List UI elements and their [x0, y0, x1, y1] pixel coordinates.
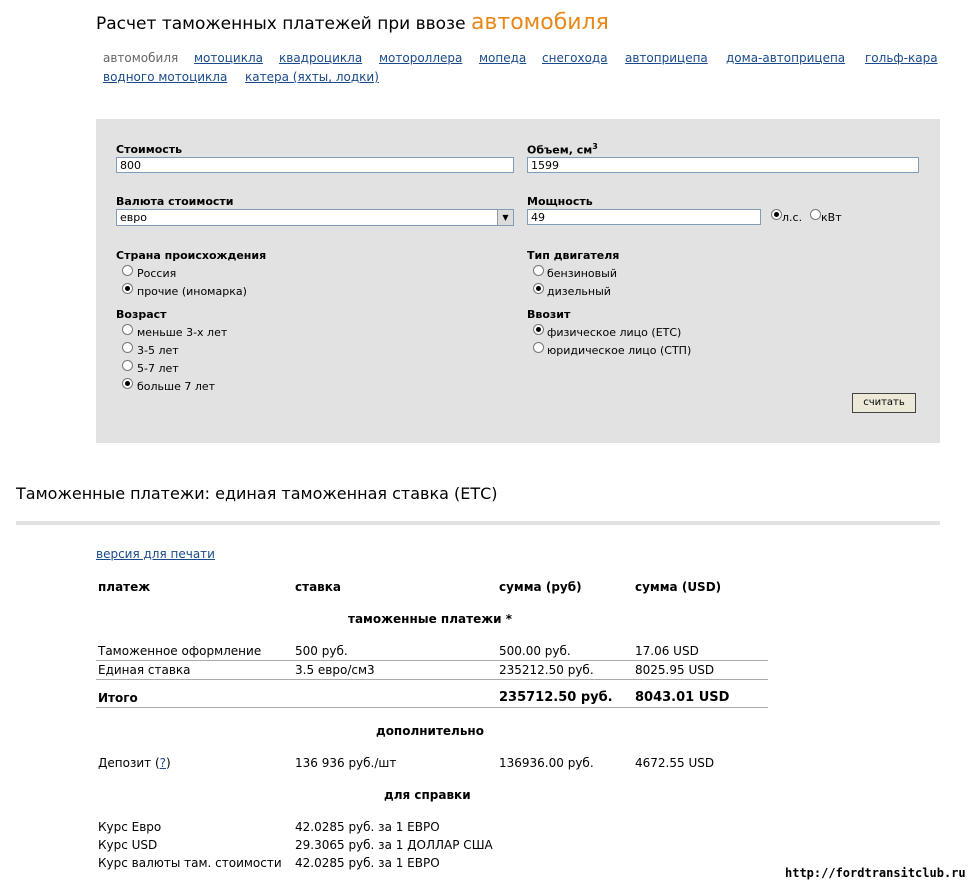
age-over7-radio[interactable] [122, 378, 133, 389]
section-customs: таможенные платежи * [348, 612, 513, 626]
tab-camper[interactable]: дома-автоприцепа [726, 51, 845, 65]
tab-snowmobile[interactable]: снегохода [542, 51, 608, 65]
row-unified-usd: 8025.95 USD [635, 663, 715, 677]
country-foreign-label: прочие (иномарка) [137, 285, 247, 298]
volume-input[interactable] [527, 157, 919, 173]
age-over7-label: больше 7 лет [137, 380, 216, 393]
results-divider [16, 521, 940, 525]
age-5to7-label: 5-7 лет [137, 362, 179, 375]
row-deposit-usd: 4672.55 USD [635, 756, 715, 770]
section-info: для справки [384, 788, 471, 802]
row-clearance-rate: 500 руб. [295, 644, 348, 658]
power-input[interactable] [527, 209, 761, 225]
page-title-accent: автомобиля [470, 10, 609, 35]
currency-label: Валюта стоимости [116, 195, 234, 208]
age-label: Возраст [116, 308, 167, 321]
volume-label-text: Объем, см [527, 143, 593, 157]
info-euro-rate: 42.0285 руб. за 1 ЕВРО [295, 820, 440, 834]
currency-selected-value: евро [120, 211, 147, 224]
age-3to5-label: 3-5 лет [137, 344, 179, 357]
page-title-prefix: Расчет таможенных платежей при ввозе [96, 14, 466, 34]
page-title: Расчет таможенных платежей при ввозе авт… [96, 10, 609, 35]
power-unit-hp-label: л.с. [782, 211, 803, 224]
tab-jetski[interactable]: водного мотоцикла [103, 70, 227, 84]
engine-diesel-label: дизельный [547, 285, 611, 298]
engine-petrol-label: бензиновый [547, 267, 617, 280]
row-clearance-name: Таможенное оформление [98, 644, 262, 658]
importer-individual-label: физическое лицо (ЕТС) [547, 326, 682, 339]
row-deposit-name: Депозит (?) [98, 756, 171, 770]
tab-moped[interactable]: мопеда [479, 51, 526, 65]
power-unit-kw-radio[interactable] [810, 209, 821, 220]
row-deposit-rub: 136936.00 руб. [499, 756, 594, 770]
row-unified-rate: 3.5 евро/см3 [295, 663, 375, 677]
engine-petrol-radio[interactable] [533, 265, 544, 276]
power-label: Мощность [527, 195, 593, 208]
total-label: Итого [98, 691, 138, 705]
row-divider [96, 660, 768, 661]
section-extra: дополнительно [376, 724, 484, 738]
tab-boat[interactable]: катера (яхты, лодки) [245, 70, 379, 84]
info-usd-rate: 29.3065 руб. за 1 ДОЛЛАР США [295, 838, 493, 852]
chevron-down-icon[interactable]: ▼ [497, 210, 513, 225]
volume-label-sup: 3 [592, 142, 598, 151]
engine-label: Тип двигателя [527, 249, 620, 262]
country-foreign-radio[interactable] [122, 283, 133, 294]
country-label: Страна происхождения [116, 249, 267, 262]
row-deposit-rate: 136 936 руб./шт [295, 756, 397, 770]
total-rub: 235712.50 руб. [499, 690, 613, 705]
deposit-help-link[interactable]: ? [160, 756, 166, 770]
watermark-url: http://fordtransitclub.ru [785, 866, 966, 880]
cost-input[interactable] [116, 157, 514, 173]
info-euro-name: Курс Евро [98, 820, 162, 834]
row-divider [96, 679, 768, 680]
col-header-payment: платеж [98, 580, 151, 594]
row-unified-name: Единая ставка [98, 663, 191, 677]
info-cost-currency-name: Курс валюты там. стоимости [98, 856, 282, 870]
print-version-link[interactable]: версия для печати [96, 547, 215, 561]
total-usd: 8043.01 USD [635, 690, 730, 705]
col-header-rub: сумма (руб) [499, 580, 582, 594]
power-unit-hp-radio[interactable] [771, 209, 782, 220]
importer-individual-radio[interactable] [533, 324, 544, 335]
cost-label: Стоимость [116, 143, 183, 156]
engine-diesel-radio[interactable] [533, 283, 544, 294]
age-under3-radio[interactable] [122, 324, 133, 335]
power-unit-kw-label: кВт [821, 211, 842, 224]
tab-car-active: автомобиля [103, 51, 179, 65]
calculate-button[interactable]: считать [852, 393, 916, 413]
tab-trailer[interactable]: автоприцепа [625, 51, 708, 65]
row-clearance-usd: 17.06 USD [635, 644, 699, 658]
row-unified-rub: 235212.50 руб. [499, 663, 594, 677]
col-header-rate: ставка [295, 580, 342, 594]
info-usd-name: Курс USD [98, 838, 158, 852]
importer-legal-radio[interactable] [533, 342, 544, 353]
age-5to7-radio[interactable] [122, 360, 133, 371]
importer-legal-label: юридическое лицо (СТП) [547, 344, 692, 357]
age-3to5-radio[interactable] [122, 342, 133, 353]
tab-motorcycle[interactable]: мотоцикла [194, 51, 263, 65]
col-header-usd: сумма (USD) [635, 580, 722, 594]
deposit-label: Депозит [98, 756, 152, 770]
info-cost-currency-rate: 42.0285 руб. за 1 ЕВРО [295, 856, 440, 870]
importer-label: Ввозит [527, 308, 571, 321]
tab-golf-cart[interactable]: гольф-кара [865, 51, 938, 65]
country-russia-label: Россия [137, 267, 177, 280]
tab-scooter[interactable]: мотороллера [379, 51, 462, 65]
age-under3-label: меньше 3-х лет [137, 326, 228, 339]
currency-select[interactable]: евро ▼ [116, 209, 514, 226]
tab-quad[interactable]: квадроцикла [279, 51, 362, 65]
country-russia-radio[interactable] [122, 265, 133, 276]
row-divider [96, 707, 768, 708]
results-title: Таможенные платежи: единая таможенная ст… [16, 484, 498, 503]
volume-label: Объем, см3 [527, 142, 598, 157]
row-clearance-rub: 500.00 руб. [499, 644, 571, 658]
